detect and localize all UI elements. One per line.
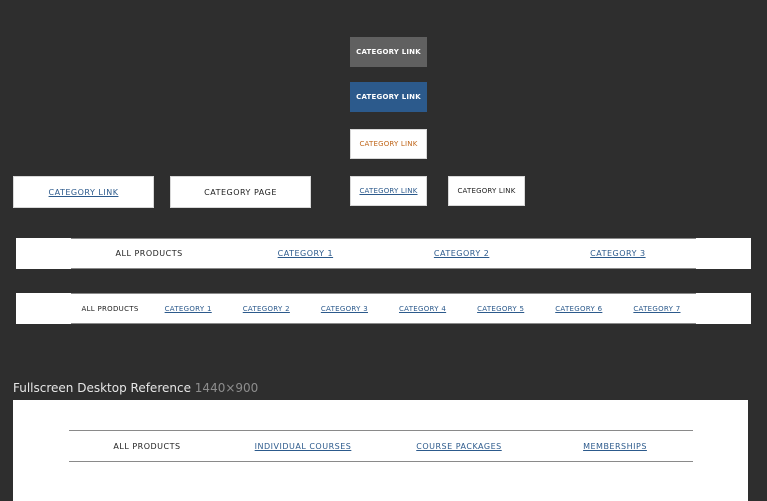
- nav-item-category-6[interactable]: CATEGORY 6: [540, 305, 618, 313]
- nav-item-individual-courses[interactable]: INDIVIDUAL COURSES: [225, 442, 381, 451]
- nav-item-course-packages[interactable]: COURSE PACKAGES: [381, 442, 537, 451]
- nav-bar-eight: ALL PRODUCTS CATEGORY 1 CATEGORY 2 CATEG…: [71, 293, 696, 324]
- reference-panel: ALL PRODUCTS INDIVIDUAL COURSES COURSE P…: [13, 400, 748, 501]
- nav-item-category-7[interactable]: CATEGORY 7: [618, 305, 696, 313]
- category-link-button-black-text[interactable]: CATEGORY LINK: [448, 176, 525, 206]
- category-link-button-blue-text[interactable]: CATEGORY LINK: [350, 176, 427, 206]
- category-link-button-orange[interactable]: CATEGORY LINK: [350, 129, 427, 159]
- nav-item-all-products[interactable]: ALL PRODUCTS: [69, 442, 225, 451]
- nav-item-category-2[interactable]: CATEGORY 2: [227, 305, 305, 313]
- category-link-button-blue[interactable]: CATEGORY LINK: [350, 82, 427, 112]
- category-link-button-gray[interactable]: CATEGORY LINK: [350, 37, 427, 67]
- nav-item-all-products[interactable]: ALL PRODUCTS: [71, 249, 227, 258]
- nav-item-category-4[interactable]: CATEGORY 4: [384, 305, 462, 313]
- nav-item-memberships[interactable]: MEMBERSHIPS: [537, 442, 693, 451]
- reference-dimensions: 1440×900: [194, 381, 259, 395]
- nav-panel-four: ALL PRODUCTS CATEGORY 1 CATEGORY 2 CATEG…: [16, 238, 751, 269]
- nav-item-category-3[interactable]: CATEGORY 3: [540, 249, 696, 258]
- nav-item-category-1[interactable]: CATEGORY 1: [149, 305, 227, 313]
- nav-bar-four: ALL PRODUCTS CATEGORY 1 CATEGORY 2 CATEG…: [71, 238, 696, 269]
- category-link-large[interactable]: CATEGORY LINK: [13, 176, 154, 208]
- nav-item-all-products[interactable]: ALL PRODUCTS: [71, 305, 149, 313]
- nav-item-category-1[interactable]: CATEGORY 1: [227, 249, 383, 258]
- reference-title: Fullscreen Desktop Reference: [13, 381, 191, 395]
- category-page-large[interactable]: CATEGORY PAGE: [170, 176, 311, 208]
- nav-panel-eight: ALL PRODUCTS CATEGORY 1 CATEGORY 2 CATEG…: [16, 293, 751, 324]
- nav-item-category-3[interactable]: CATEGORY 3: [305, 305, 383, 313]
- nav-item-category-5[interactable]: CATEGORY 5: [462, 305, 540, 313]
- nav-item-category-2[interactable]: CATEGORY 2: [384, 249, 540, 258]
- reference-nav-bar: ALL PRODUCTS INDIVIDUAL COURSES COURSE P…: [69, 430, 693, 462]
- reference-label: Fullscreen Desktop Reference 1440×900: [13, 381, 258, 395]
